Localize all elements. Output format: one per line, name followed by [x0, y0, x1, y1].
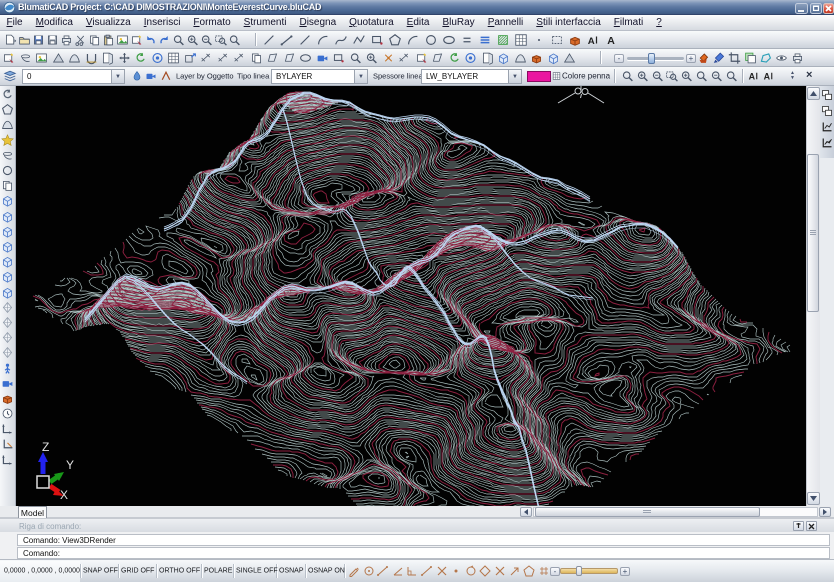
svg-text:A: A: [607, 34, 615, 46]
svg-text:A: A: [764, 72, 771, 82]
svg-text:Y: Y: [66, 458, 74, 472]
svg-text:A: A: [749, 72, 756, 82]
svg-text:Z: Z: [42, 440, 49, 454]
svg-text:A: A: [588, 35, 595, 46]
svg-text:X: X: [60, 488, 68, 500]
